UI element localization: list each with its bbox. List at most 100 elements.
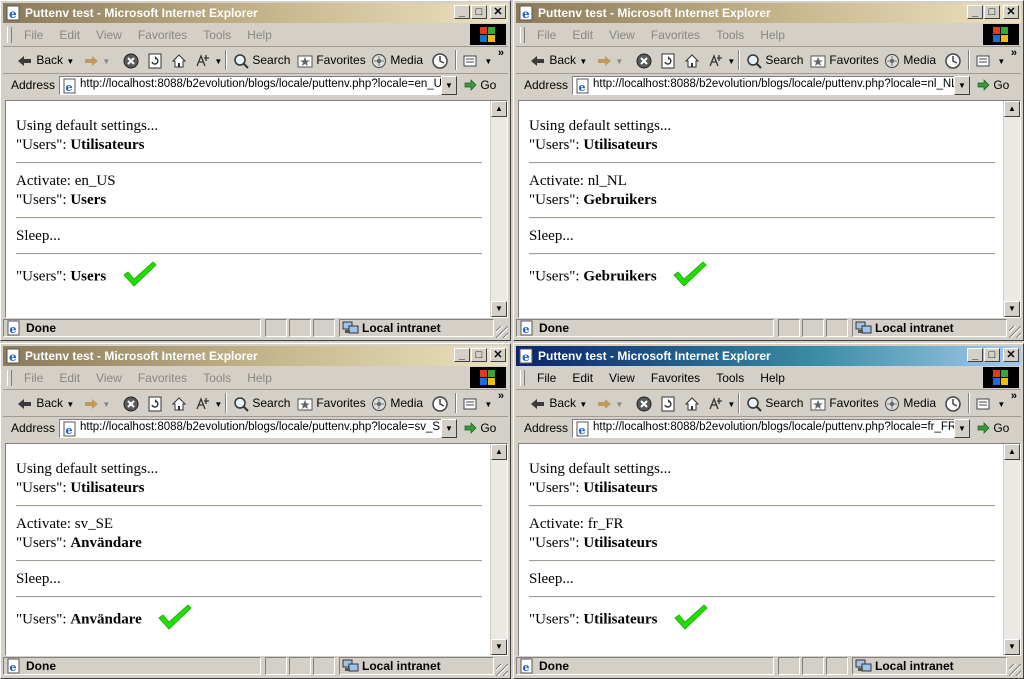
home-button[interactable] <box>171 49 187 71</box>
menu-tools[interactable]: Tools <box>708 24 752 46</box>
mail-button[interactable]: ▼ <box>976 49 1005 71</box>
go-button[interactable]: Go <box>976 421 1009 436</box>
page-viewport[interactable]: Using default settings... "Users": Utili… <box>5 100 508 318</box>
menu-view[interactable]: View <box>601 367 643 389</box>
scroll-up-arrow[interactable]: ▲ <box>1004 101 1020 117</box>
history-button[interactable] <box>944 49 962 71</box>
menu-edit[interactable]: Edit <box>51 367 88 389</box>
vertical-scrollbar[interactable]: ▲ ▼ <box>490 101 507 317</box>
menu-help[interactable]: Help <box>239 367 280 389</box>
minimize-button[interactable]: _ <box>454 348 470 362</box>
resize-grip[interactable] <box>496 664 508 676</box>
links-menu-button[interactable]: ▼ <box>708 392 735 414</box>
resize-grip[interactable] <box>496 326 508 338</box>
menu-favorites[interactable]: Favorites <box>643 367 708 389</box>
search-button[interactable]: Search <box>233 49 290 71</box>
media-button[interactable]: Media <box>371 392 423 414</box>
address-dropdown-button[interactable]: ▼ <box>441 76 457 95</box>
favorites-button[interactable]: Favorites <box>810 49 879 71</box>
back-button[interactable]: Back ▼ <box>17 49 74 71</box>
address-input[interactable]: e http://localhost:8088/b2evolution/blog… <box>572 419 956 438</box>
address-dropdown-button[interactable]: ▼ <box>954 76 970 95</box>
menu-favorites[interactable]: Favorites <box>130 367 195 389</box>
page-viewport[interactable]: Using default settings... "Users": Utili… <box>518 100 1021 318</box>
menu-file[interactable]: File <box>16 367 51 389</box>
menu-file[interactable]: File <box>16 24 51 46</box>
search-button[interactable]: Search <box>746 49 803 71</box>
minimize-button[interactable]: _ <box>967 348 983 362</box>
scroll-down-arrow[interactable]: ▼ <box>1004 301 1020 317</box>
media-button[interactable]: Media <box>371 49 423 71</box>
title-bar[interactable]: e Puttenv test - Microsoft Internet Expl… <box>516 346 1021 366</box>
maximize-button[interactable]: □ <box>984 348 1000 362</box>
forward-button[interactable]: ▼ <box>596 392 623 414</box>
maximize-button[interactable]: □ <box>471 348 487 362</box>
back-button[interactable]: Back ▼ <box>530 392 587 414</box>
menu-view[interactable]: View <box>88 24 130 46</box>
title-bar[interactable]: e Puttenv test - Microsoft Internet Expl… <box>3 346 508 366</box>
history-button[interactable] <box>431 392 449 414</box>
page-viewport[interactable]: Using default settings... "Users": Utili… <box>5 443 508 656</box>
maximize-button[interactable]: □ <box>471 5 487 19</box>
menu-view[interactable]: View <box>601 24 643 46</box>
home-button[interactable] <box>684 49 700 71</box>
search-button[interactable]: Search <box>233 392 290 414</box>
menu-tools[interactable]: Tools <box>708 367 752 389</box>
close-button[interactable]: ✕ <box>490 5 506 19</box>
forward-button[interactable]: ▼ <box>83 392 110 414</box>
search-button[interactable]: Search <box>746 392 803 414</box>
back-button[interactable]: Back ▼ <box>530 49 587 71</box>
refresh-button[interactable] <box>147 392 163 414</box>
back-button[interactable]: Back ▼ <box>17 392 74 414</box>
history-button[interactable] <box>431 49 449 71</box>
go-button[interactable]: Go <box>463 421 496 436</box>
refresh-button[interactable] <box>660 392 676 414</box>
vertical-scrollbar[interactable]: ▲ ▼ <box>490 444 507 655</box>
toolbar-chevron[interactable]: » <box>498 390 504 402</box>
scroll-down-arrow[interactable]: ▼ <box>491 639 507 655</box>
menu-favorites[interactable]: Favorites <box>643 24 708 46</box>
address-input[interactable]: e http://localhost:8088/b2evolution/blog… <box>59 419 443 438</box>
resize-grip[interactable] <box>1009 664 1021 676</box>
maximize-button[interactable]: □ <box>984 5 1000 19</box>
address-input[interactable]: e http://localhost:8088/b2evolution/blog… <box>572 76 956 95</box>
menu-help[interactable]: Help <box>752 367 793 389</box>
history-button[interactable] <box>944 392 962 414</box>
media-button[interactable]: Media <box>884 392 936 414</box>
go-button[interactable]: Go <box>976 78 1009 93</box>
vertical-scrollbar[interactable]: ▲ ▼ <box>1003 444 1020 655</box>
toolbar-chevron[interactable]: » <box>1011 47 1017 59</box>
address-dropdown-button[interactable]: ▼ <box>441 419 457 438</box>
menu-edit[interactable]: Edit <box>564 24 601 46</box>
menu-edit[interactable]: Edit <box>564 367 601 389</box>
favorites-button[interactable]: Favorites <box>297 392 366 414</box>
menu-tools[interactable]: Tools <box>195 367 239 389</box>
refresh-button[interactable] <box>147 49 163 71</box>
favorites-button[interactable]: Favorites <box>297 49 366 71</box>
vertical-scrollbar[interactable]: ▲ ▼ <box>1003 101 1020 317</box>
menu-favorites[interactable]: Favorites <box>130 24 195 46</box>
menu-edit[interactable]: Edit <box>51 24 88 46</box>
scroll-down-arrow[interactable]: ▼ <box>491 301 507 317</box>
forward-button[interactable]: ▼ <box>596 49 623 71</box>
menu-help[interactable]: Help <box>752 24 793 46</box>
stop-button[interactable] <box>123 392 139 414</box>
links-menu-button[interactable]: ▼ <box>195 392 222 414</box>
home-button[interactable] <box>684 392 700 414</box>
home-button[interactable] <box>171 392 187 414</box>
title-bar[interactable]: e Puttenv test - Microsoft Internet Expl… <box>3 3 508 23</box>
toolbar-chevron[interactable]: » <box>498 47 504 59</box>
mail-button[interactable]: ▼ <box>463 49 492 71</box>
minimize-button[interactable]: _ <box>967 5 983 19</box>
forward-button[interactable]: ▼ <box>83 49 110 71</box>
title-bar[interactable]: e Puttenv test - Microsoft Internet Expl… <box>516 3 1021 23</box>
mail-button[interactable]: ▼ <box>463 392 492 414</box>
menu-file[interactable]: File <box>529 367 564 389</box>
stop-button[interactable] <box>636 392 652 414</box>
media-button[interactable]: Media <box>884 49 936 71</box>
minimize-button[interactable]: _ <box>454 5 470 19</box>
scroll-up-arrow[interactable]: ▲ <box>491 101 507 117</box>
menu-tools[interactable]: Tools <box>195 24 239 46</box>
menu-help[interactable]: Help <box>239 24 280 46</box>
refresh-button[interactable] <box>660 49 676 71</box>
